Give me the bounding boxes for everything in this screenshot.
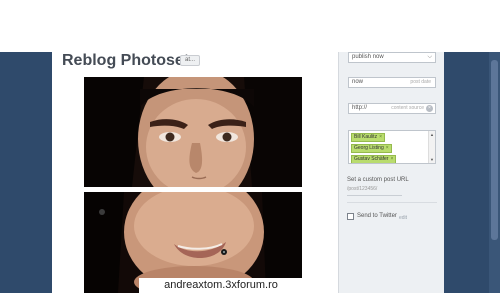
post-date-value: now [352, 79, 364, 85]
twitter-edit-link[interactable]: edit [399, 215, 407, 221]
tags-scrollbar[interactable]: ▲ ▼ [428, 131, 435, 163]
post-date-input[interactable]: now post date [348, 77, 436, 88]
tag-label: Bill Kaulitz [354, 134, 378, 140]
tag-chip[interactable]: Bill Kaulitz × [351, 133, 385, 142]
post-date-hint: post date [410, 79, 431, 85]
content-source-hint: content source [391, 105, 424, 111]
send-to-twitter-label[interactable]: Send to Twitter [357, 213, 397, 219]
post-type-button[interactable]: at... [180, 55, 200, 66]
publish-select[interactable]: publish now ⌵ [348, 52, 436, 63]
tag-chip[interactable]: Gustav Schäfer × [351, 155, 397, 163]
send-to-twitter-checkbox[interactable] [347, 213, 354, 220]
page-title: Reblog Photoset [62, 52, 190, 69]
content-source-input[interactable]: http:// content source × [348, 103, 436, 114]
remove-tag-icon[interactable]: × [379, 134, 382, 140]
forum-watermark: andreaxtom.3xforum.ro [139, 278, 303, 293]
window-scrollbar-thumb[interactable] [491, 60, 498, 240]
photo-image [84, 77, 302, 187]
tags-editor[interactable]: Bill Kaulitz × Georg Listing × Gustav Schä… [348, 130, 436, 164]
clear-icon[interactable]: × [426, 105, 433, 112]
page-background-left [0, 52, 52, 293]
sidebar-divider [347, 202, 437, 203]
tag-chip[interactable]: Georg Listing × [351, 144, 392, 153]
remove-tag-icon[interactable]: × [390, 156, 393, 162]
photoset-image-1[interactable] [84, 77, 302, 187]
browser-top-area [0, 0, 500, 52]
scroll-up-icon[interactable]: ▲ [430, 132, 434, 137]
chevron-down-icon: ⌵ [427, 54, 432, 60]
content-source-value: http:// [352, 105, 368, 111]
publish-select-value: publish now [352, 54, 384, 60]
tag-label: Georg Listing [354, 145, 384, 151]
custom-url-example: /post/123456/ [347, 186, 378, 192]
post-options-sidebar: publish now ⌵ now post date http:// cont… [338, 52, 444, 293]
remove-tag-icon[interactable]: × [386, 145, 389, 151]
custom-url-divider [347, 195, 402, 196]
custom-url-label[interactable]: Set a custom post URL [347, 177, 409, 183]
scroll-down-icon[interactable]: ▼ [430, 157, 434, 162]
post-editor-panel: Reblog Photoset at... [52, 52, 338, 293]
tag-label: Gustav Schäfer [354, 156, 389, 162]
